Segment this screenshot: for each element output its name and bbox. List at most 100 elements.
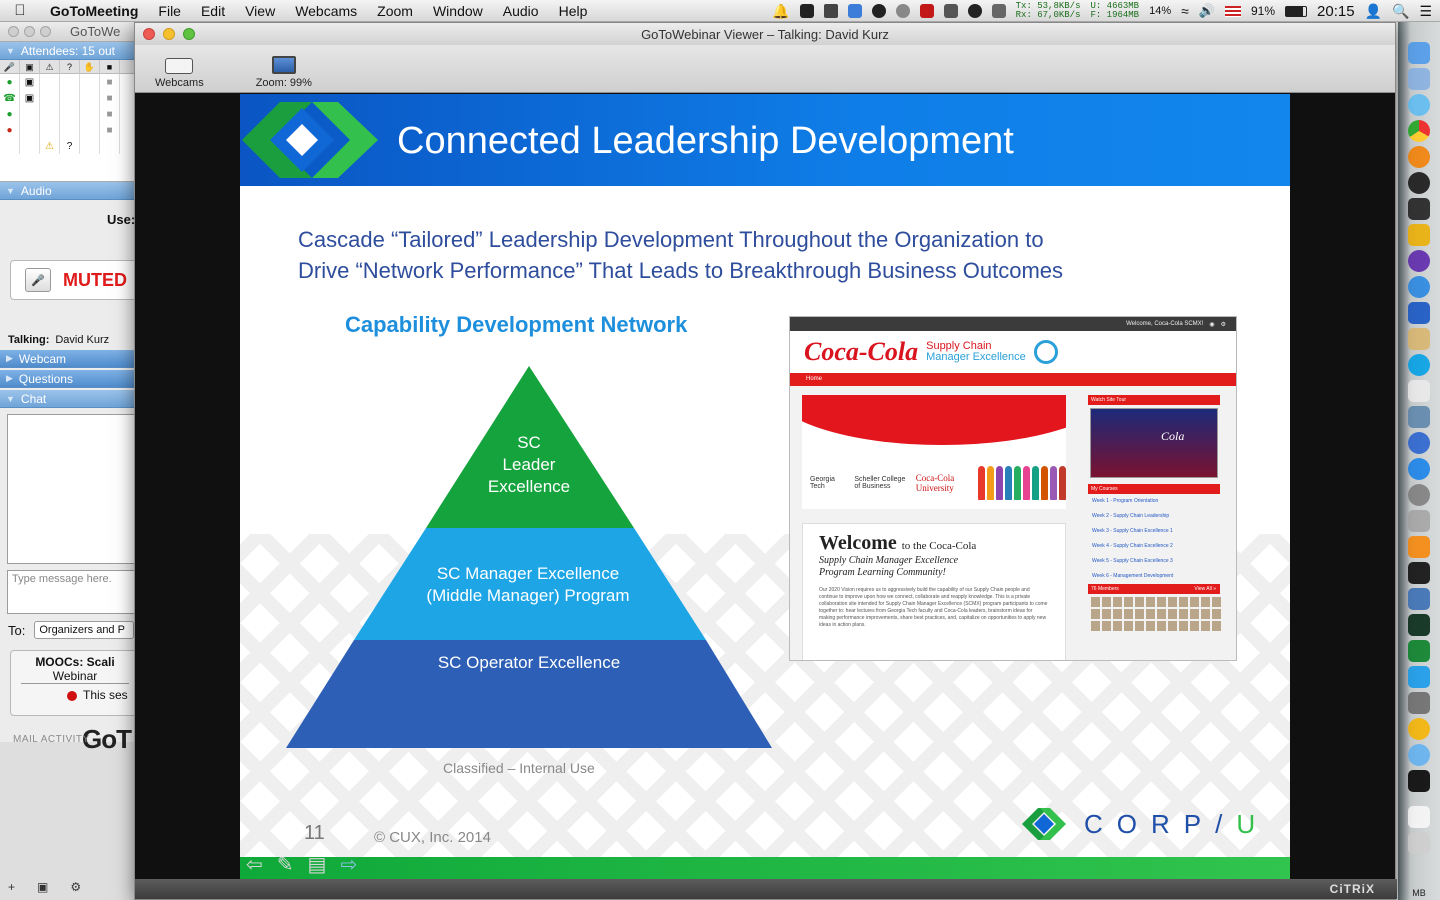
menu-zoom[interactable]: Zoom: [367, 3, 423, 19]
activity-monitor-icon[interactable]: [1408, 614, 1430, 636]
zoom-icon[interactable]: [183, 28, 195, 40]
clock[interactable]: 20:15: [1317, 3, 1355, 20]
warning-column-icon[interactable]: ⚠: [40, 60, 60, 74]
volume-icon[interactable]: 🔊: [1199, 3, 1215, 19]
drive-icon[interactable]: [823, 4, 838, 18]
spotlight-search-icon[interactable]: 🔍: [1392, 3, 1409, 20]
skype-icon[interactable]: [1408, 354, 1430, 376]
camera-icon[interactable]: [1408, 172, 1430, 194]
table-row[interactable]: ☎ ▣ ■: [0, 90, 139, 106]
excel-icon[interactable]: [1408, 640, 1430, 662]
gear-icon[interactable]: ⚙: [70, 880, 81, 894]
bbedit-icon[interactable]: [1408, 250, 1430, 272]
recipient-select[interactable]: Organizers and P: [34, 621, 135, 639]
menu-file[interactable]: File: [148, 3, 191, 19]
finder-face-icon[interactable]: [1408, 744, 1430, 766]
notification-bell-icon[interactable]: 🔔: [772, 3, 789, 20]
audio-section-header[interactable]: ▼ Audio: [0, 182, 139, 200]
chat-input[interactable]: Type message here.: [7, 570, 137, 614]
chat-section-header[interactable]: ▼ Chat: [0, 390, 139, 408]
notes-icon[interactable]: [1408, 328, 1430, 350]
zoom-icon[interactable]: [40, 26, 51, 37]
wrench-icon[interactable]: [943, 4, 958, 18]
twitter-icon[interactable]: [1408, 666, 1430, 688]
flag-icon[interactable]: [1224, 5, 1241, 17]
horseshoe-icon[interactable]: [1408, 224, 1430, 246]
mail-icon[interactable]: [1408, 68, 1430, 90]
table-row[interactable]: ● ▣ ■: [0, 74, 139, 90]
zoom-button[interactable]: Zoom: 99%: [256, 56, 312, 89]
menu-view[interactable]: View: [235, 3, 285, 19]
menu-webcams[interactable]: Webcams: [285, 3, 367, 19]
word-icon[interactable]: [1408, 302, 1430, 324]
messages-icon[interactable]: [1408, 94, 1430, 116]
minimize-icon[interactable]: [163, 28, 175, 40]
user-icon[interactable]: 👤: [1365, 3, 1382, 20]
menu-app-name[interactable]: GoToMeeting: [40, 3, 148, 19]
battery-icon[interactable]: [1285, 5, 1308, 17]
menu-edit[interactable]: Edit: [191, 3, 235, 19]
questions-section-header[interactable]: ▶ Questions: [0, 370, 139, 388]
menu-window[interactable]: Window: [423, 3, 493, 19]
slide-menu-icon[interactable]: ▤: [308, 852, 327, 877]
dropdown-icon[interactable]: ▣: [37, 880, 48, 894]
attendees-table[interactable]: 🎤 ▣ ⚠ ? ✋ ■ ● ▣ ■ ☎ ▣ ■ ● ■ ● ■ ⚠?: [0, 60, 139, 182]
table-row[interactable]: ⚠?: [0, 138, 139, 154]
screen-column-icon[interactable]: ▣: [20, 60, 40, 74]
app-store-icon[interactable]: [1408, 458, 1430, 480]
acrobat-icon[interactable]: [1408, 380, 1430, 402]
member-avatars: [1088, 594, 1221, 634]
chrome-icon[interactable]: [1408, 120, 1430, 142]
safari-icon[interactable]: [1408, 276, 1430, 298]
close-icon[interactable]: [143, 28, 155, 40]
camera-column-icon[interactable]: ■: [100, 60, 120, 74]
trash-icon[interactable]: [1408, 832, 1430, 854]
attendees-section-header[interactable]: ▼ Attendees: 15 out: [0, 42, 139, 60]
finder-icon[interactable]: [1408, 42, 1430, 64]
mic-toggle-button[interactable]: 🎤: [25, 268, 51, 292]
apple-menu-icon[interactable]: : [0, 2, 40, 19]
menu-audio[interactable]: Audio: [493, 3, 549, 19]
firefox-icon[interactable]: [1408, 146, 1430, 168]
wifi-icon[interactable]: ≈: [1181, 3, 1189, 19]
network-monitor: Tx: 53,8KB/s Rx: 67,0KB/s: [1015, 1, 1081, 20]
dropbox-icon[interactable]: [847, 4, 862, 18]
preview-icon[interactable]: [1408, 406, 1430, 428]
question-column-icon[interactable]: ?: [60, 60, 80, 74]
table-row[interactable]: ● ■: [0, 106, 139, 122]
chat-log[interactable]: [7, 414, 137, 564]
next-slide-icon[interactable]: ⇨: [340, 852, 357, 877]
face-icon[interactable]: [967, 4, 982, 18]
security-icon[interactable]: [1408, 588, 1430, 610]
screen-icon[interactable]: [991, 4, 1006, 18]
mic-column-icon[interactable]: 🎤: [0, 60, 20, 74]
gotomeeting-tray-icon[interactable]: [799, 4, 814, 18]
notification-center-icon[interactable]: ☰: [1419, 3, 1432, 20]
eye-icon[interactable]: [895, 4, 910, 18]
terminal-icon[interactable]: [1408, 770, 1430, 792]
cpu-usage[interactable]: 14%: [1149, 5, 1171, 17]
vlc-icon[interactable]: [1408, 536, 1430, 558]
sync-icon[interactable]: [871, 4, 886, 18]
table-row[interactable]: ● ■: [0, 122, 139, 138]
rocket-icon[interactable]: [1408, 510, 1430, 532]
webcams-button[interactable]: Webcams: [155, 58, 204, 89]
close-icon[interactable]: [8, 26, 19, 37]
flower-icon[interactable]: [1408, 718, 1430, 740]
kindle-icon[interactable]: [1408, 562, 1430, 584]
add-icon[interactable]: +: [8, 880, 15, 894]
menu-help[interactable]: Help: [549, 3, 598, 19]
book-icon[interactable]: [919, 4, 934, 18]
webcam-section-header[interactable]: ▶ Webcam: [0, 350, 139, 368]
minimize-icon[interactable]: [24, 26, 35, 37]
questions-header-label: Questions: [18, 371, 73, 386]
pen-icon[interactable]: ✎: [277, 852, 294, 877]
itunes-icon[interactable]: [1408, 432, 1430, 454]
hand-column-icon[interactable]: ✋: [80, 60, 100, 74]
system-preferences-icon[interactable]: [1408, 484, 1430, 506]
battery-percent[interactable]: 91%: [1251, 4, 1275, 18]
app-icon-s[interactable]: [1408, 198, 1430, 220]
previous-slide-icon[interactable]: ⇦: [246, 852, 263, 877]
documents-icon[interactable]: [1408, 806, 1430, 828]
tools-icon[interactable]: [1408, 692, 1430, 714]
